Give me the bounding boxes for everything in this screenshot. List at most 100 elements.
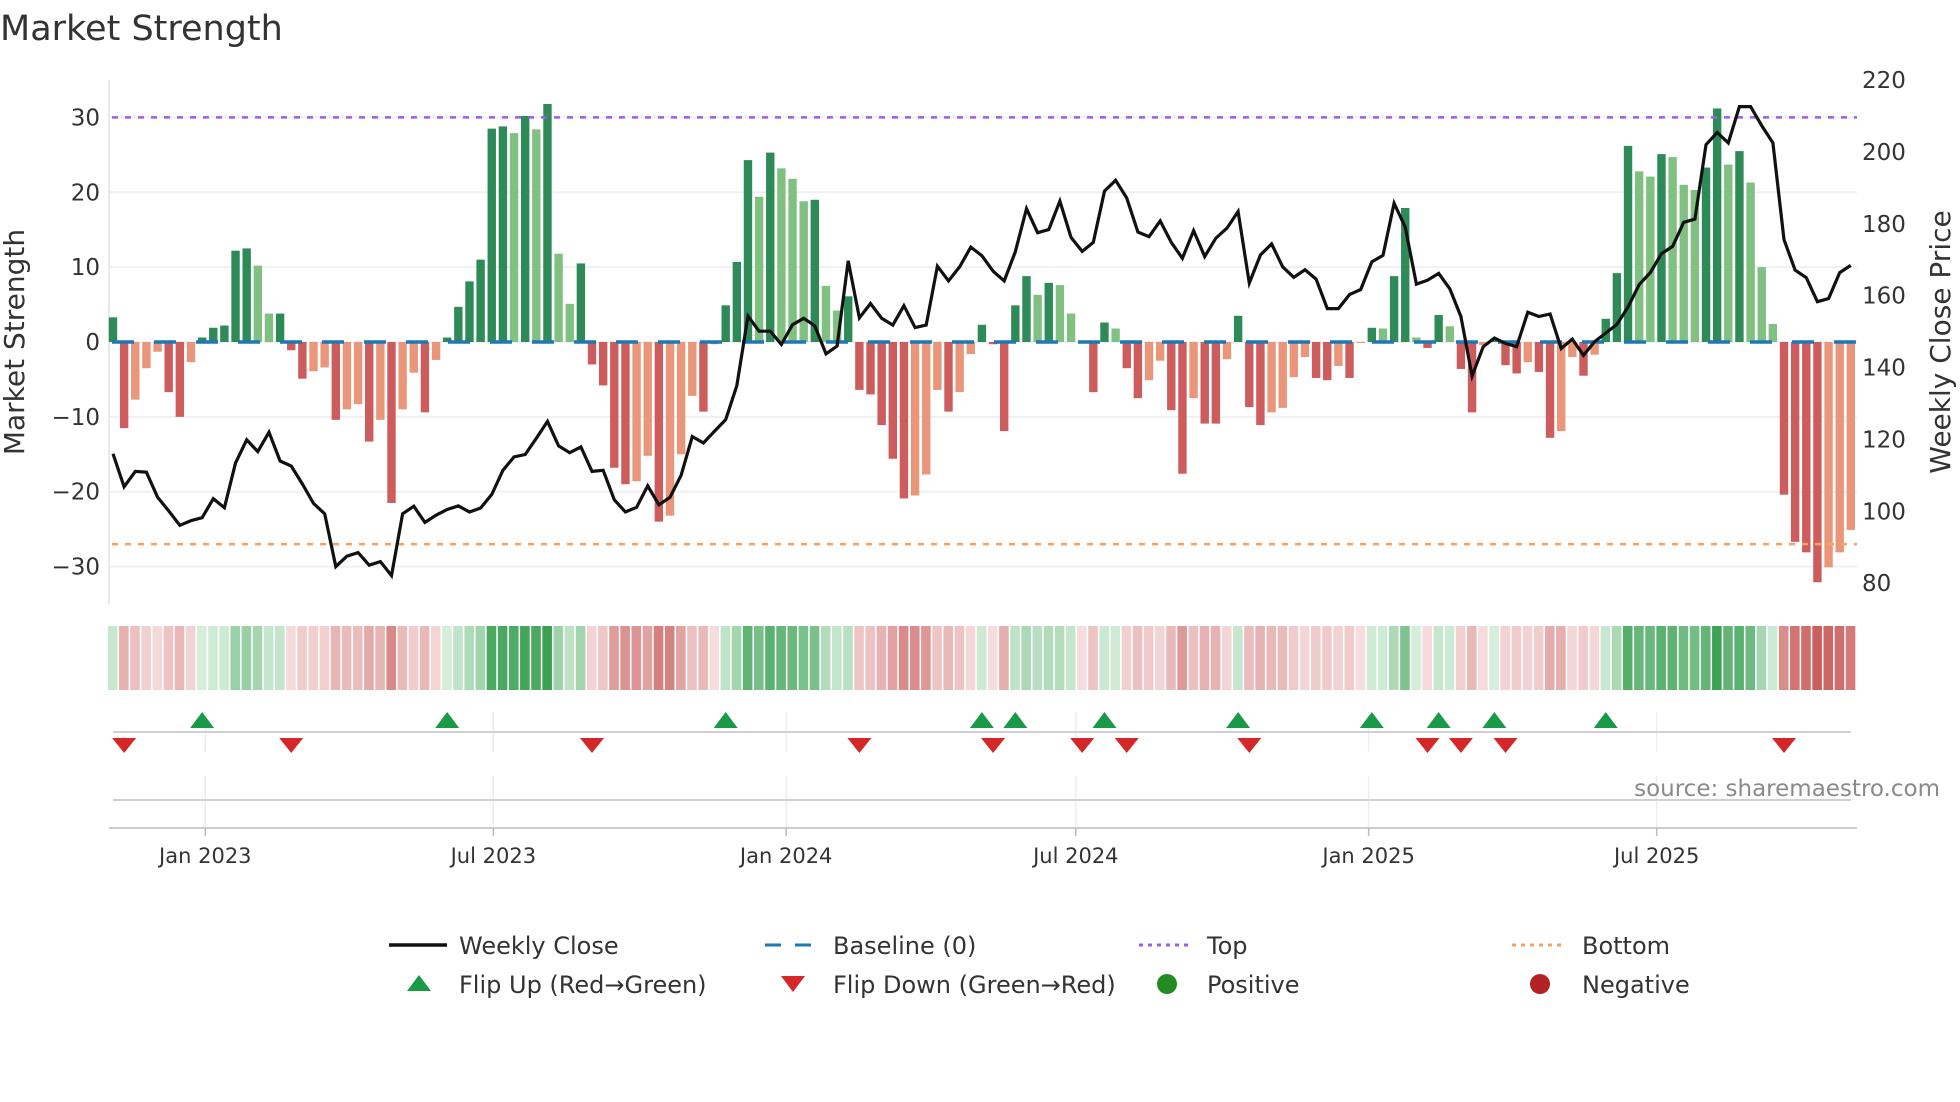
strength-bar [342,342,352,410]
strength-bar [509,133,519,342]
strength-bar [977,324,987,342]
flip-up-marker [435,712,460,728]
strength-bar [231,250,240,342]
strength-heat-cell [575,626,586,690]
strength-heat-cell [1010,626,1020,690]
strength-bar [186,342,196,363]
flip-down-marker [1237,738,1262,753]
strength-bar [621,342,630,485]
strength-heat-cell [1099,626,1109,690]
strength-heat-cell [163,626,174,690]
strength-heat-cell [1155,626,1165,690]
strength-bar [1367,327,1377,342]
strength-bar [1846,342,1856,530]
strength-bar [598,342,608,386]
strength-heat-cell [308,626,319,690]
left-axis-label: Market Strength [0,229,31,455]
strength-bar [476,259,485,342]
flip-down-marker [1772,738,1796,753]
strength-bar [1657,154,1666,342]
strength-heat-cell [843,626,853,690]
flip-down-marker [580,738,605,753]
strength-heat-cell [1244,626,1254,690]
strength-bar [1000,342,1009,432]
x-tick-label: Jul 2025 [1612,844,1699,868]
legend-circle-icon [1530,974,1550,994]
strength-heat-cell [776,626,786,690]
strength-bar [910,342,920,496]
source-credit: source: sharemaestro.com [1634,776,1940,802]
strength-heat-cell [152,626,163,690]
strength-bar [1523,342,1532,363]
strength-heat-cell [1745,626,1756,690]
strength-bar [209,327,218,342]
strength-heat-cell [921,626,931,690]
strength-bar [498,126,508,342]
flip-down-icon [781,976,805,992]
strength-heat-cell [1522,626,1533,690]
strength-bar [688,342,697,396]
strength-heat-cell [174,626,185,690]
strength-heat-cell [609,626,619,690]
strength-bar [1612,273,1622,342]
strength-bar [108,317,118,342]
strength-bar [1345,342,1354,378]
strength-heat-cell [531,626,541,690]
left-tick-label: −20 [51,480,100,506]
legend-label-baseline-0: Baseline (0) [833,932,976,960]
strength-heat-cell [1611,626,1622,690]
strength-heat-cell [909,626,920,690]
strength-bar [543,103,552,342]
right-tick-label: 200 [1862,140,1906,166]
legend-label-positive: Positive [1207,971,1300,999]
strength-heat-cell [1712,626,1722,690]
x-tick-label: Jan 2024 [738,844,833,868]
strength-heat-cell [464,626,474,690]
strength-heat-cell [330,626,341,690]
strength-heat-cell [887,626,898,690]
legend-label-negative: Negative [1582,971,1690,999]
strength-heat-cell [1455,626,1466,690]
strength-heat-cell [1299,626,1310,690]
strength-bar [1111,328,1120,342]
strength-bar [309,342,318,372]
strength-bar [1712,108,1722,343]
strength-heat-cell [698,626,708,690]
right-tick-label: 220 [1862,68,1906,94]
strength-bar [387,342,396,503]
strength-bar [1311,342,1321,378]
strength-heat-cell [620,626,630,690]
strength-heat-cell [230,626,241,690]
strength-heat-cell [1500,626,1510,690]
strength-heat-cell [1054,626,1065,690]
strength-heat-cell [642,626,653,690]
strength-heat-cell [1277,626,1288,690]
strength-bar [420,342,430,413]
strength-heat-cell [1756,626,1767,690]
strength-heat-cell [999,626,1009,690]
strength-heat-cell [1567,626,1577,690]
strength-heat-cell [241,626,252,690]
strength-heat-cell [976,626,987,690]
strength-heat-cell [408,626,419,690]
strength-heat-cell [1255,626,1265,690]
market-strength-chart: Market Strength 3020100−10−20−30 2202001… [0,9,1957,999]
strength-heat-cell [197,626,207,690]
strength-bar [1211,342,1221,424]
x-tick-label: Jan 2023 [157,844,252,868]
strength-bar [1735,151,1744,342]
strength-bar [1144,342,1154,381]
strength-heat-cell [1723,626,1733,690]
strength-bar [1378,328,1388,342]
strength-heat-cell [564,626,575,690]
strength-bar [1245,342,1254,408]
strength-heat-cell [1400,626,1410,690]
strength-heat-cell [742,626,753,690]
strength-heat-cell [1132,626,1143,690]
strength-heat-cell [475,626,486,690]
strength-bar [1790,342,1800,542]
strength-heat-cell [375,626,385,690]
strength-bar [754,196,764,342]
strength-bar [1679,184,1688,342]
strength-heat-cell [1043,626,1054,690]
